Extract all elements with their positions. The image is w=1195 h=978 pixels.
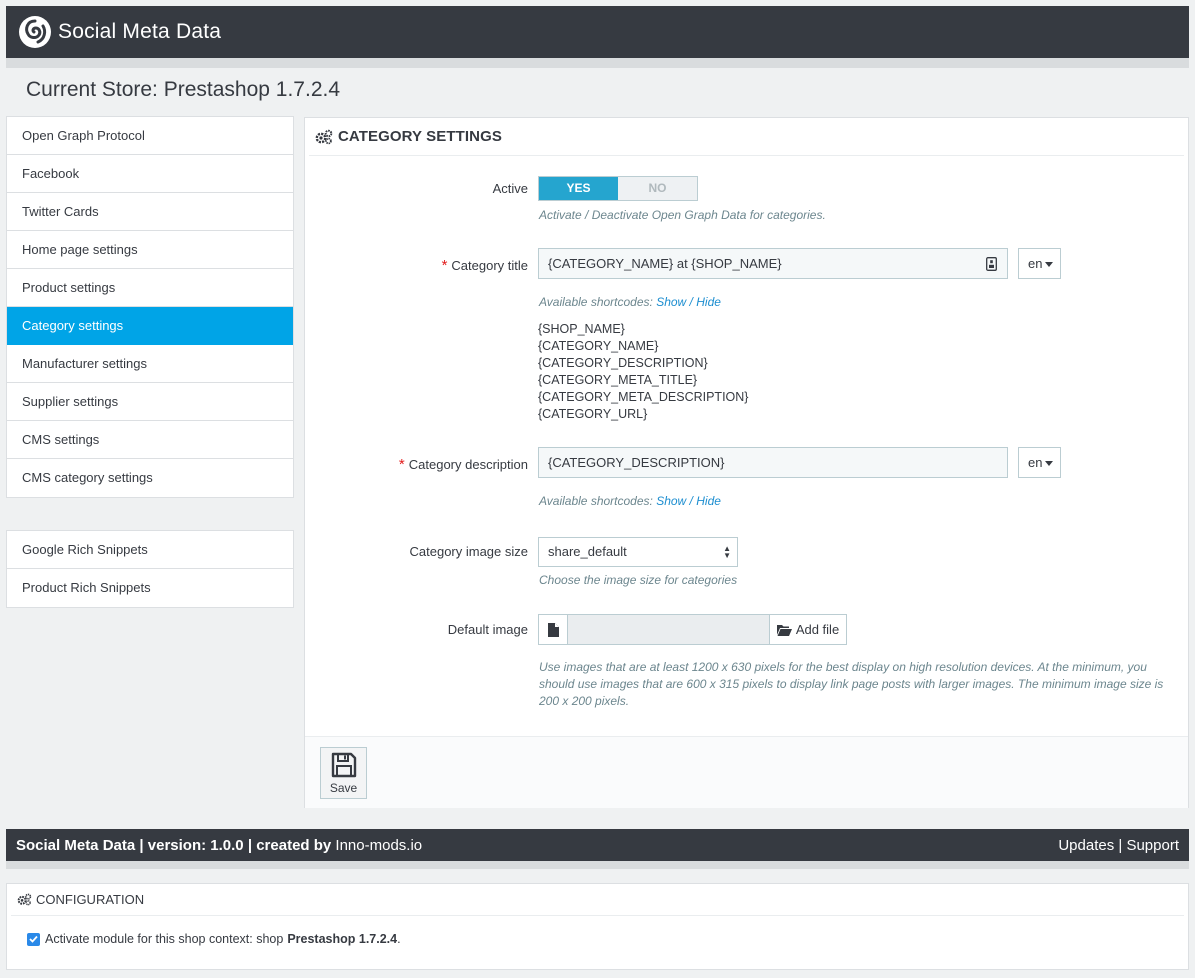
active-yes-option[interactable]: YES	[539, 177, 618, 200]
shortcode-item: {SHOP_NAME}	[538, 322, 625, 336]
file-icon	[538, 614, 568, 645]
shortcode-item: {CATEGORY_META_DESCRIPTION}	[538, 390, 749, 404]
footer-divider	[6, 861, 1189, 869]
sidebar-item-cms[interactable]: CMS settings	[7, 421, 293, 459]
logo-icon	[19, 16, 51, 48]
save-button[interactable]: Save	[320, 747, 367, 799]
sidebar-item-category[interactable]: Category settings	[7, 307, 293, 345]
shop-name: Prestashop 1.7.2.4	[287, 932, 398, 946]
module-info: Social Meta Data | version: 1.0.0 | crea…	[16, 836, 423, 854]
app-title: Social Meta Data	[58, 20, 222, 43]
required-marker: *	[398, 456, 405, 473]
hide-shortcodes-link[interactable]: Hide	[696, 494, 721, 508]
category-description-label: * Category description	[398, 456, 528, 473]
select-arrows-icon: ▲ ▼	[723, 544, 731, 560]
active-label: Active	[492, 181, 528, 196]
floppy-disk-icon	[331, 752, 356, 777]
sidebar-nav-snippets: Google Rich Snippets Product Rich Snippe…	[6, 530, 294, 608]
show-shortcodes-link[interactable]: Show	[656, 295, 686, 309]
cogs-icon	[315, 129, 333, 144]
image-size-label: Category image size	[409, 544, 529, 559]
activate-module-checkbox[interactable]	[27, 932, 40, 946]
category-title-input[interactable]: {CATEGORY_NAME} at {SHOP_NAME}	[538, 248, 1008, 279]
sidebar-nav: Open Graph Protocol Facebook Twitter Car…	[6, 116, 294, 498]
active-help: Activate / Deactivate Open Graph Data fo…	[539, 208, 826, 222]
sidebar-item-open-graph[interactable]: Open Graph Protocol	[7, 117, 293, 155]
activate-module-text: Activate module for this shop context: s…	[45, 932, 284, 946]
show-shortcodes-link[interactable]: Show	[656, 494, 686, 508]
header-divider	[6, 58, 1189, 68]
category-description-input[interactable]: {CATEGORY_DESCRIPTION}	[538, 447, 1008, 478]
cogs-icon	[17, 893, 32, 906]
author-link[interactable]: Inno-mods.io	[335, 837, 422, 854]
sidebar-item-cms-category[interactable]: CMS category settings	[7, 459, 293, 497]
shortcode-item: {CATEGORY_META_TITLE}	[538, 373, 698, 387]
hide-shortcodes-link[interactable]: Hide	[696, 295, 721, 309]
required-marker: *	[441, 257, 448, 274]
sidebar-item-google-rich-snippets[interactable]: Google Rich Snippets	[7, 531, 293, 569]
app-header: Social Meta Data	[6, 6, 1189, 58]
shortcode-item: {CATEGORY_URL}	[538, 407, 648, 421]
sidebar-item-manufacturer[interactable]: Manufacturer settings	[7, 345, 293, 383]
check-icon	[29, 935, 38, 943]
sidebar-item-product-rich-snippets[interactable]: Product Rich Snippets	[7, 569, 293, 607]
field-icon	[986, 257, 997, 271]
panel-title: CATEGORY SETTINGS	[338, 128, 502, 145]
default-image-help: Use images that are at least 1200 x 630 …	[539, 660, 1164, 708]
active-switch[interactable]: YES NO	[538, 176, 698, 201]
default-image-upload: Add file	[538, 614, 847, 645]
category-description-help: Available shortcodes: Show / Hide	[539, 494, 721, 508]
page-title: Current Store: Prestashop 1.7.2.4	[26, 78, 341, 101]
shortcode-separator: /	[686, 295, 697, 309]
config-heading: CONFIGURATION	[11, 884, 1184, 916]
category-title-label: * Category title	[441, 257, 528, 274]
configuration-panel: CONFIGURATION Activate module for this s…	[6, 883, 1189, 970]
image-size-help: Choose the image size for categories	[539, 573, 738, 587]
caret-down-icon	[1045, 461, 1054, 467]
activate-module-row: Activate module for this shop context: s…	[27, 932, 401, 946]
support-link[interactable]: Support	[1126, 837, 1179, 854]
module-links: Updates | Support	[1058, 836, 1179, 854]
default-image-label: Default image	[447, 622, 528, 637]
category-title-help: Available shortcodes: Show / Hide	[539, 295, 721, 309]
image-size-select[interactable]: share_default ▲ ▼	[538, 537, 738, 567]
shortcode-item: {CATEGORY_NAME}	[538, 339, 659, 353]
category-title-lang-select[interactable]: en	[1018, 248, 1061, 279]
sidebar-item-twitter-cards[interactable]: Twitter Cards	[7, 193, 293, 231]
add-file-button[interactable]: Add file	[769, 614, 847, 645]
module-footer: Social Meta Data | version: 1.0.0 | crea…	[6, 829, 1189, 861]
panel-heading: CATEGORY SETTINGS	[309, 118, 1184, 156]
sidebar-item-home-page[interactable]: Home page settings	[7, 231, 293, 269]
sidebar-item-supplier[interactable]: Supplier settings	[7, 383, 293, 421]
sidebar-item-product[interactable]: Product settings	[7, 269, 293, 307]
folder-open-icon	[776, 624, 792, 636]
shortcode-item: {CATEGORY_DESCRIPTION}	[538, 356, 708, 370]
sidebar-item-facebook[interactable]: Facebook	[7, 155, 293, 193]
shortcode-list: {SHOP_NAME} {CATEGORY_NAME} {CATEGORY_DE…	[538, 321, 748, 423]
caret-down-icon	[1045, 262, 1054, 268]
category-settings-panel: CATEGORY SETTINGS Active YES NO Activate…	[304, 117, 1189, 808]
config-title: CONFIGURATION	[36, 892, 145, 907]
shortcode-separator: /	[686, 494, 697, 508]
category-description-lang-select[interactable]: en	[1018, 447, 1061, 478]
updates-link[interactable]: Updates	[1058, 837, 1114, 854]
file-name-field[interactable]	[568, 614, 769, 645]
panel-footer: Save	[305, 736, 1188, 808]
active-no-option[interactable]: NO	[618, 177, 697, 200]
